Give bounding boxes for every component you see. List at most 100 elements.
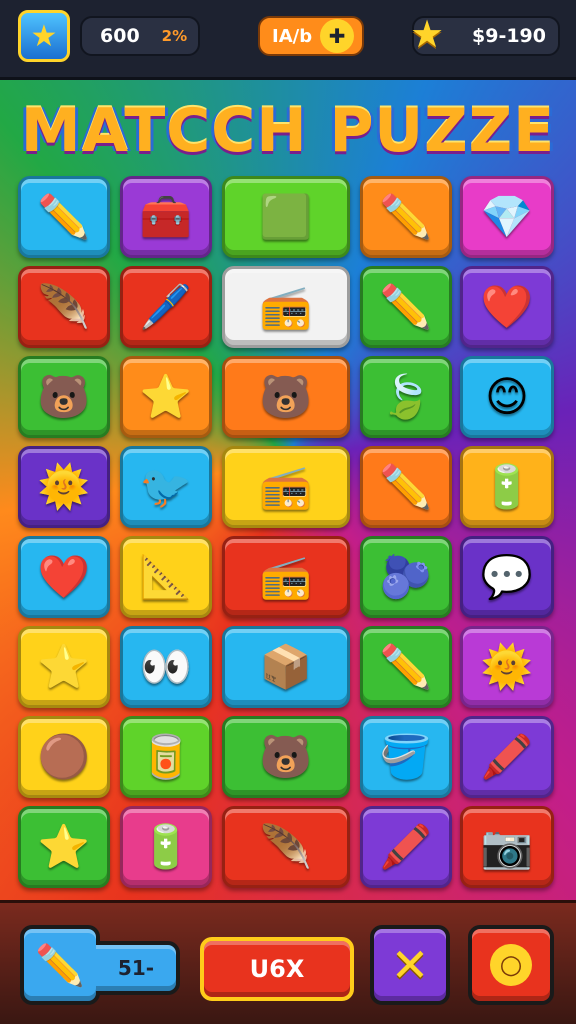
puzzle-icon: ✚ <box>320 19 355 53</box>
board-tile[interactable]: 💬 <box>460 536 554 618</box>
berry-icon: 🫐 <box>379 552 433 601</box>
marker-icon: 🖊️ <box>139 282 193 331</box>
heart-icon: ❤️ <box>480 282 534 331</box>
board-tile[interactable]: 📻 <box>222 266 350 348</box>
board-tile[interactable]: 📻 <box>222 446 350 528</box>
board-tile[interactable]: 🟤 <box>18 716 110 798</box>
camera-icon: 📷 <box>480 822 534 871</box>
leaf-icon: 🍃 <box>379 372 433 421</box>
game-title: MATCCH PUZZE <box>20 96 556 166</box>
action-button[interactable]: U6X <box>200 937 354 1001</box>
bear-icon: 🐻 <box>259 732 313 781</box>
board-tile[interactable]: ✏️ <box>360 446 452 528</box>
eyes-icon: 👀 <box>139 642 193 691</box>
pencil-icon: ✏️ <box>379 192 433 241</box>
board-tile[interactable]: ❤️ <box>460 266 554 348</box>
board-tile[interactable]: 📻 <box>222 536 350 618</box>
board-tile[interactable]: 📦 <box>222 626 350 708</box>
heart-icon: ❤️ <box>37 552 91 601</box>
board-tile[interactable]: 🔋 <box>460 446 554 528</box>
pencil-icon: ✏️ <box>379 642 433 691</box>
board-tile[interactable]: 🌞 <box>460 626 554 708</box>
board-tile[interactable]: 🔋 <box>120 806 212 888</box>
star-badge[interactable]: ★ <box>18 10 70 62</box>
board-tile[interactable]: 🪶 <box>18 266 110 348</box>
board-tile[interactable]: 🟩 <box>222 176 350 258</box>
board-tile[interactable]: 🪶 <box>222 806 350 888</box>
radio-icon: 📻 <box>259 282 313 331</box>
moves-value: 51- <box>117 956 155 980</box>
bear-icon: 🐻 <box>259 372 313 421</box>
board-tile[interactable]: 😊 <box>460 356 554 438</box>
board-tile[interactable]: 🐻 <box>222 356 350 438</box>
board-tile[interactable]: 🐻 <box>18 356 110 438</box>
sun-icon: 🌞 <box>37 462 91 511</box>
pencil-icon: ✏️ <box>35 942 85 989</box>
smiley-icon: 😊 <box>485 372 529 421</box>
board-tile[interactable]: ⭐ <box>120 356 212 438</box>
board-tile[interactable]: 🧰 <box>120 176 212 258</box>
marker-icon: 🖍️ <box>480 732 534 781</box>
board-tile[interactable]: 📐 <box>120 536 212 618</box>
battery-icon: 🔋 <box>139 822 193 871</box>
orange-box-icon: 📦 <box>259 642 313 691</box>
cancel-button[interactable]: ✕ <box>370 925 450 1005</box>
board-tile[interactable]: 🖊️ <box>120 266 212 348</box>
board-tile[interactable]: ✏️ <box>360 266 452 348</box>
close-icon: ✕ <box>390 938 430 992</box>
board-tile[interactable]: 🥫 <box>120 716 212 798</box>
board-tile[interactable]: 🍃 <box>360 356 452 438</box>
toolbox-icon: 🧰 <box>139 192 193 241</box>
board-tile[interactable]: ⭐ <box>18 626 110 708</box>
match-board: ✏️ 🧰 🟩 ✏️ 💎 🪶 🖊️ 📻 ✏️ ❤️ 🐻 ⭐ 🐻 🍃 😊 🌞 🐦 📻 ✏️ 🔋 ❤️ 📐 📻 🫐 💬 ⭐ 👀 📦 ✏️ 🌞 🟤 🥫… <box>18 176 558 896</box>
paint-bucket-icon: 🪣 <box>379 732 433 781</box>
feather-icon: 🪶 <box>37 282 91 331</box>
bottom-bar: ✏️ 51- U6X ✕ ○ <box>0 900 576 1024</box>
board-tile[interactable]: 🫐 <box>360 536 452 618</box>
board-tile[interactable]: ✏️ <box>360 176 452 258</box>
coin-value: 600 <box>100 25 140 47</box>
board-tile[interactable]: 🪣 <box>360 716 452 798</box>
board-tile[interactable]: 👀 <box>120 626 212 708</box>
board-tile[interactable]: 📷 <box>460 806 554 888</box>
center-counter[interactable]: IA/b ✚ <box>258 16 364 56</box>
moves-display: 51- <box>96 941 180 995</box>
sun-icon: 🌞 <box>480 642 534 691</box>
top-hud: ★ 600 2% IA/b ✚ $9-190 ★ <box>0 0 576 80</box>
star-icon: ⭐ <box>139 372 193 421</box>
center-label: IA/b <box>272 25 313 47</box>
can-icon: 🥫 <box>139 732 193 781</box>
bird-icon: 🐦 <box>139 462 193 511</box>
green-box-icon: 🟩 <box>259 192 313 241</box>
board-tile[interactable]: ✏️ <box>18 176 110 258</box>
board-tile[interactable]: 🖍️ <box>460 716 554 798</box>
board-tile[interactable]: ✏️ <box>360 626 452 708</box>
board-tile[interactable]: 🐦 <box>120 446 212 528</box>
radio-icon: 📻 <box>259 462 313 511</box>
star-icon: ⭐ <box>37 642 91 691</box>
board-tile[interactable]: 💎 <box>460 176 554 258</box>
tool-button[interactable]: ✏️ <box>20 925 100 1005</box>
blob-icon: 🟤 <box>37 732 91 781</box>
coin-counter: 600 2% <box>80 16 200 56</box>
star-icon: ⭐ <box>37 822 91 871</box>
percent-value: 2% <box>161 27 188 45</box>
chat-heart-icon: 💬 <box>480 552 534 601</box>
money-value: $9-190 <box>472 25 546 47</box>
search-button[interactable]: ○ <box>468 925 554 1005</box>
board-tile[interactable]: ⭐ <box>18 806 110 888</box>
board-tile[interactable]: ❤️ <box>18 536 110 618</box>
pencil-icon: ✏️ <box>379 462 433 511</box>
diamond-icon: 💎 <box>480 192 534 241</box>
battery-icon: 🔋 <box>480 462 534 511</box>
pencil-icon: ✏️ <box>379 282 433 331</box>
board-tile[interactable]: 🐻 <box>222 716 350 798</box>
gold-star-icon: ★ <box>410 12 445 56</box>
board-tile[interactable]: 🌞 <box>18 446 110 528</box>
action-label: U6X <box>249 955 305 983</box>
pencil-icon: ✏️ <box>37 192 91 241</box>
bear-icon: 🐻 <box>37 372 91 421</box>
radio-icon: 📻 <box>259 552 313 601</box>
board-tile[interactable]: 🖍️ <box>360 806 452 888</box>
search-icon: ○ <box>490 944 532 986</box>
